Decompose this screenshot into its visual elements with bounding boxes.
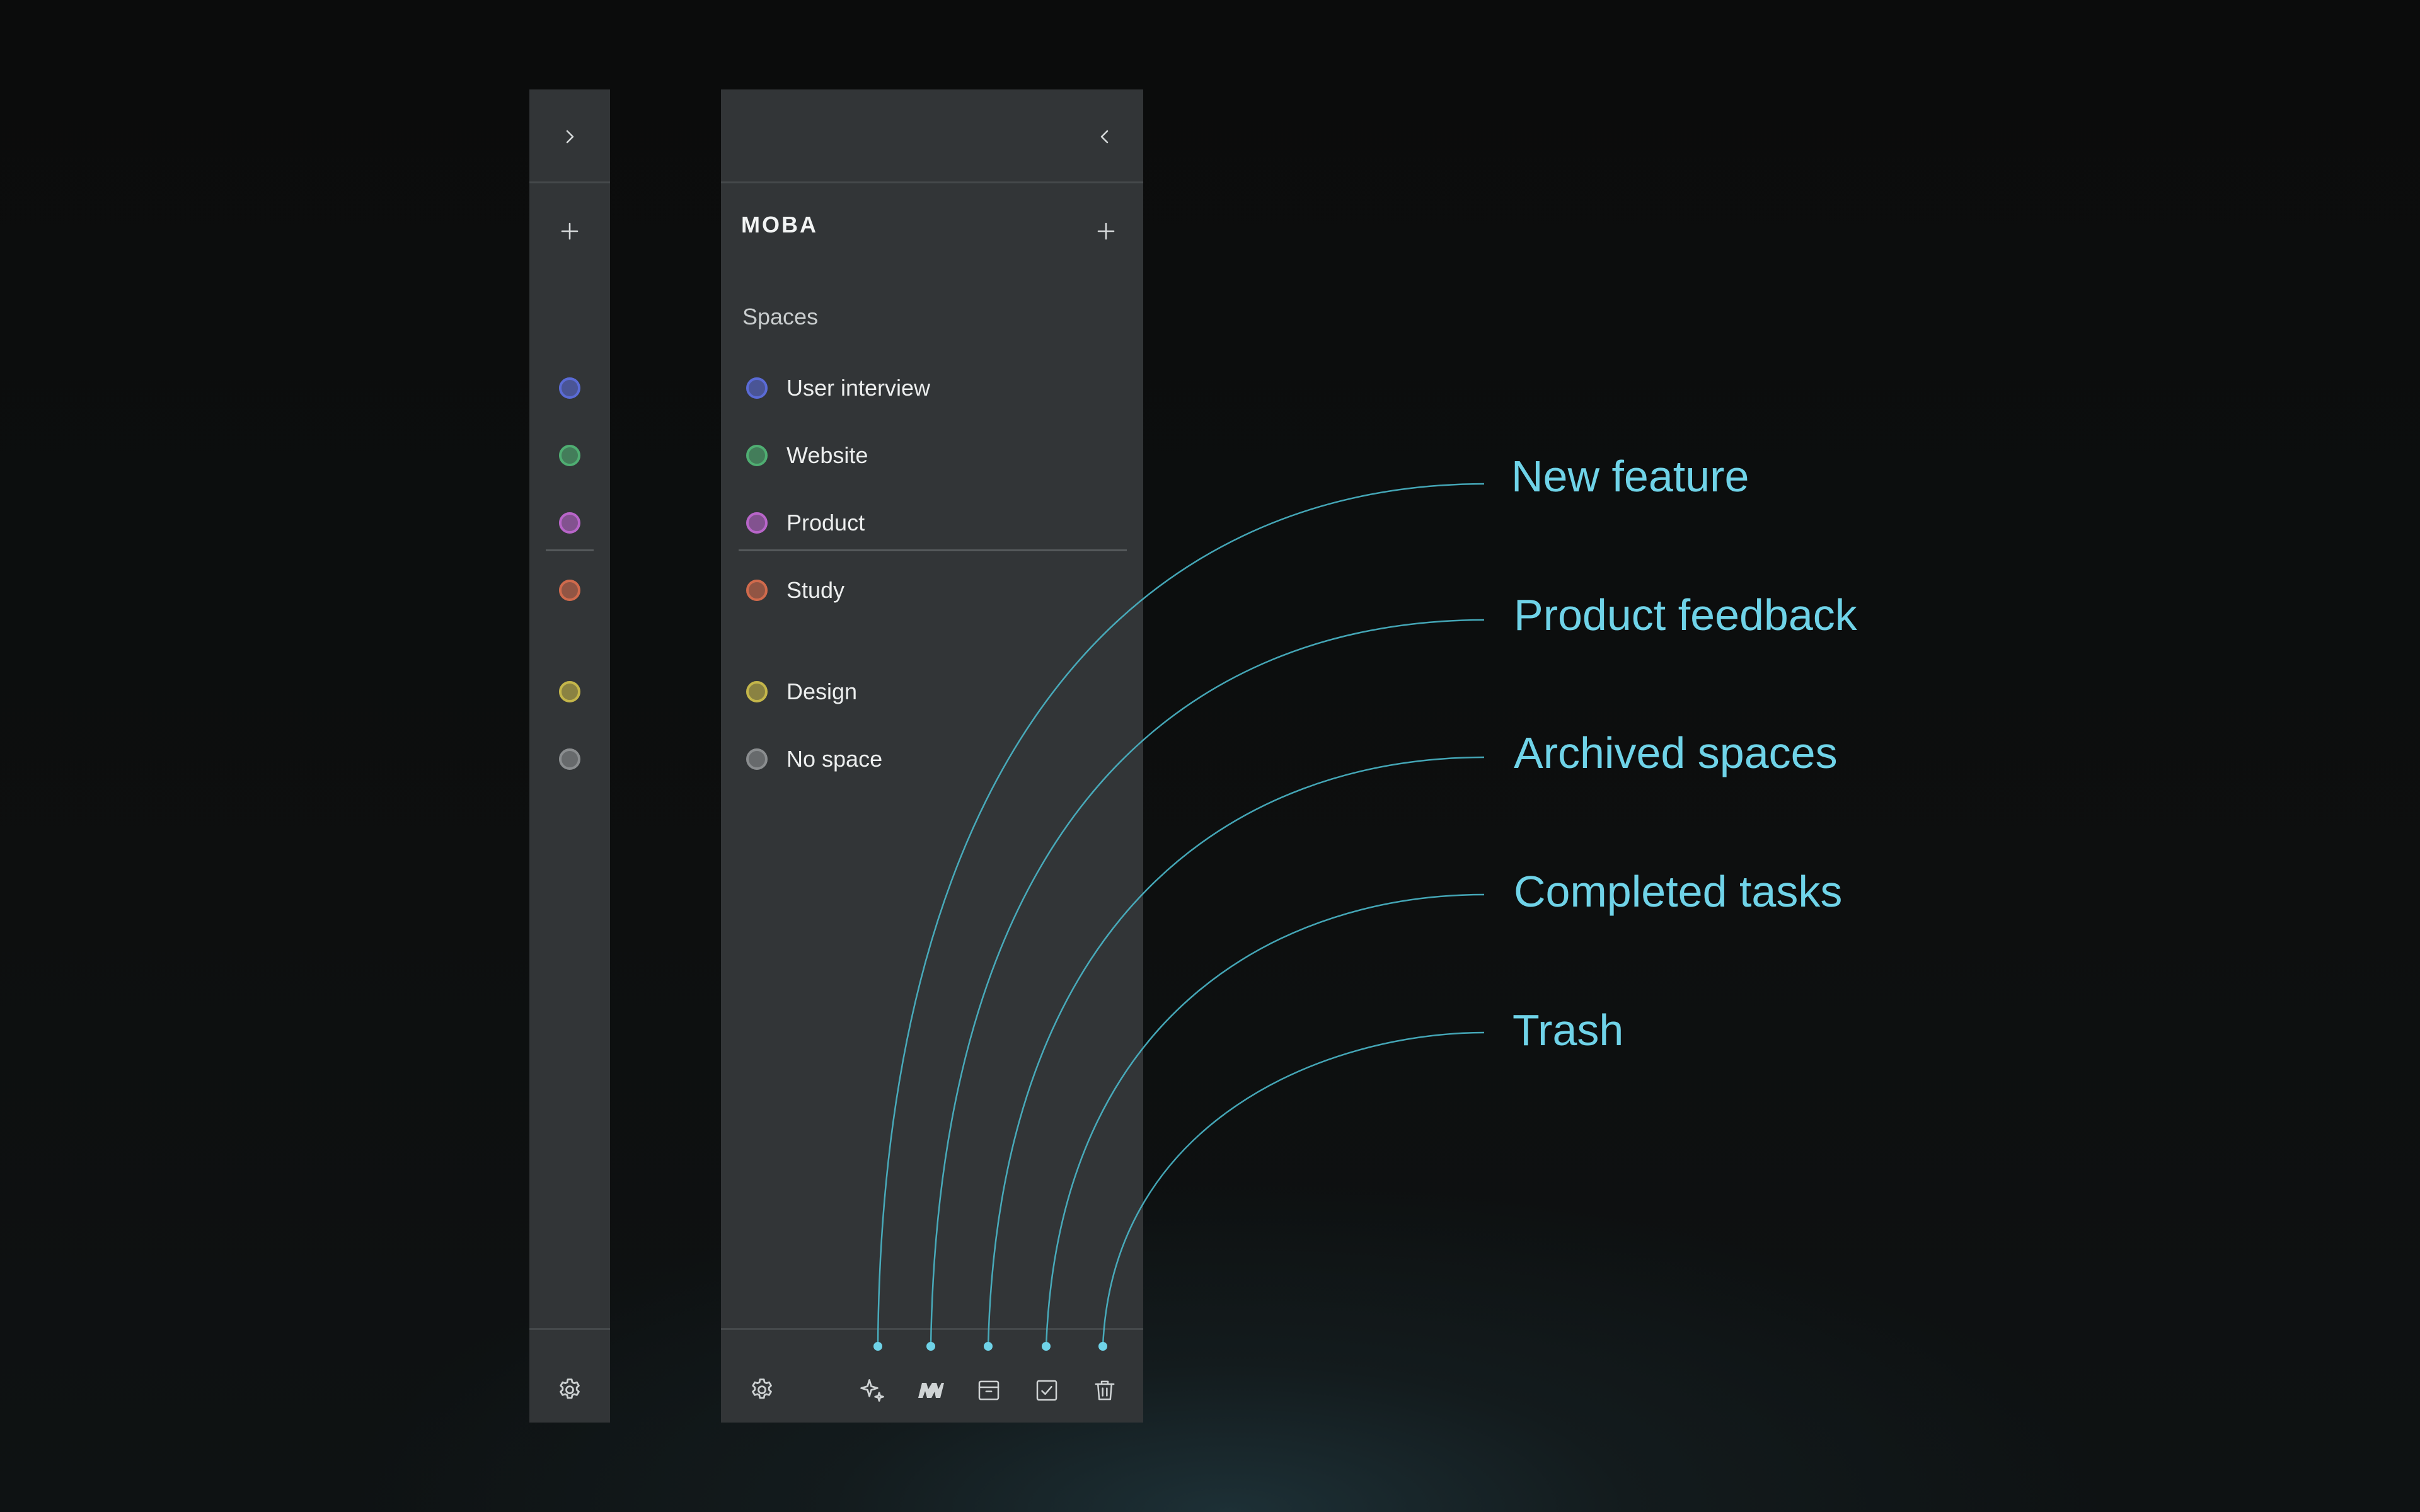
callout-new-feature: New feature — [1511, 452, 1749, 501]
connector-dot-trash — [1098, 1342, 1107, 1351]
connector-trash — [1102, 1031, 1485, 1347]
connector-new-feature — [877, 483, 1485, 1347]
connector-dot-new-feature — [873, 1342, 882, 1351]
connector-dot-completed-tasks — [1042, 1342, 1051, 1351]
callout-trash: Trash — [1512, 1005, 1624, 1055]
callout-connectors — [873, 483, 1485, 1351]
connector-archived-spaces — [987, 756, 1485, 1347]
callout-archived-spaces: Archived spaces — [1514, 728, 1838, 777]
callout-product-feedback: Product feedback — [1514, 590, 1857, 639]
connector-dot-product-feedback — [926, 1342, 935, 1351]
connector-dot-archived-spaces — [984, 1342, 993, 1351]
callout-completed-tasks: Completed tasks — [1514, 867, 1843, 916]
